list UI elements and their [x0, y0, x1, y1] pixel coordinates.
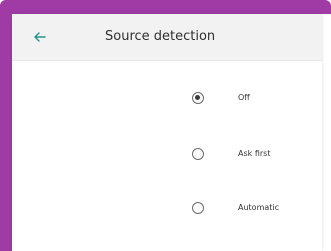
- option-label: Off: [238, 93, 250, 102]
- option-label: Ask first: [238, 149, 271, 158]
- radio-button-selected[interactable]: [192, 92, 204, 104]
- header-bar: Source detection: [12, 14, 322, 61]
- back-button[interactable]: [28, 25, 52, 49]
- page-title: Source detection: [105, 29, 216, 44]
- option-label: Automatic: [238, 203, 280, 212]
- arrow-left-icon: [34, 32, 46, 42]
- radio-button[interactable]: [192, 148, 204, 160]
- option-off[interactable]: Off: [12, 84, 322, 114]
- app-window: Source detection Off Ask first Automatic: [0, 0, 331, 251]
- radio-button[interactable]: [192, 202, 204, 214]
- window-accent-top: [0, 0, 331, 14]
- window-accent-left: [0, 0, 12, 251]
- option-automatic[interactable]: Automatic: [12, 194, 322, 224]
- settings-panel: Source detection Off Ask first Automatic: [12, 14, 322, 251]
- option-ask-first[interactable]: Ask first: [12, 140, 322, 170]
